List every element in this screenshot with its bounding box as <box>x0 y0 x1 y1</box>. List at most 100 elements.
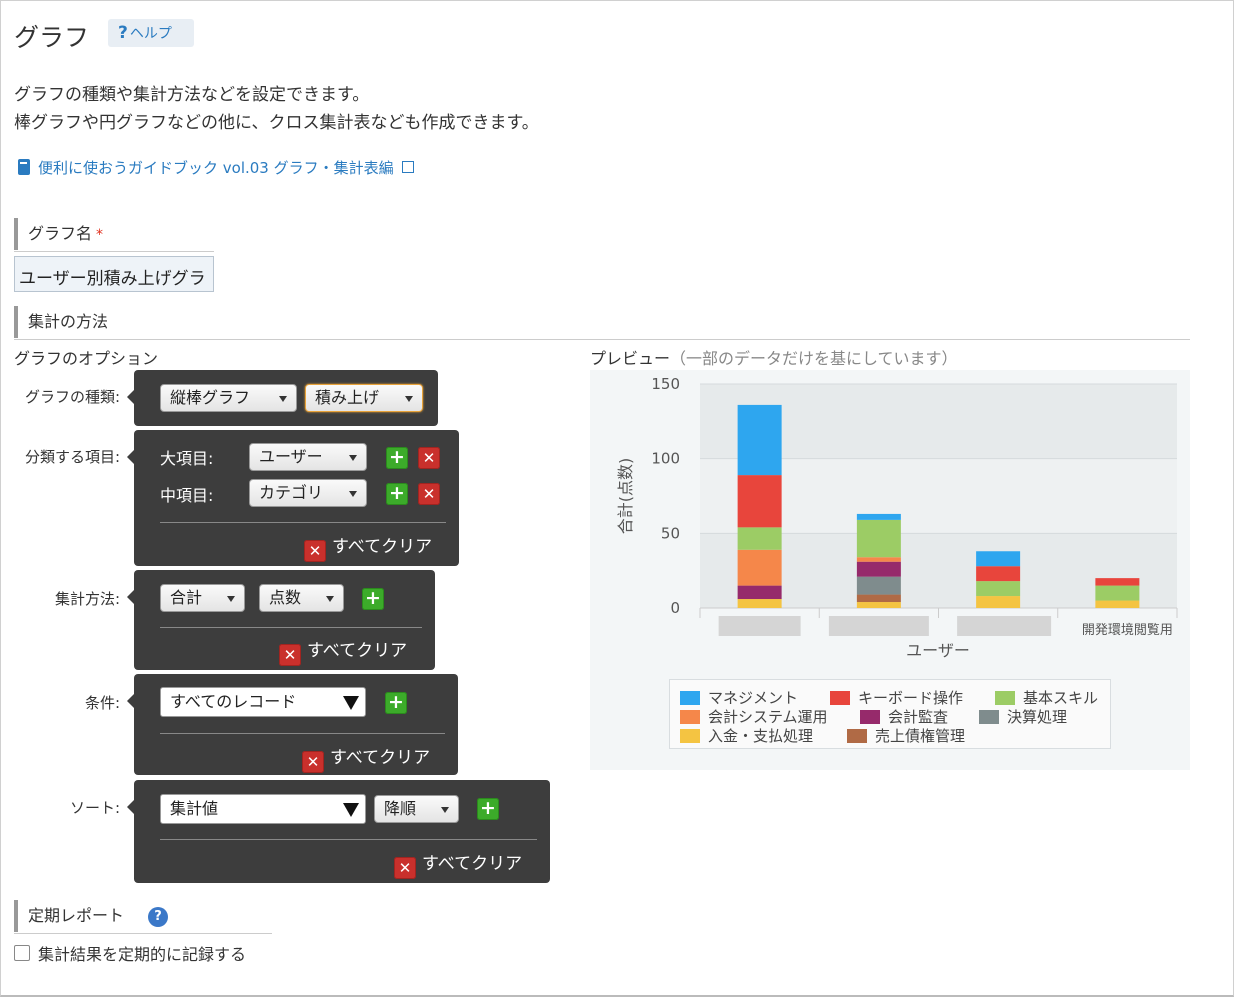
report-underline <box>14 933 272 934</box>
legend-item-audit: 会計監査 <box>860 706 948 727</box>
chevron-down-icon <box>227 596 235 602</box>
y-tick-label: 50 <box>661 524 680 542</box>
conditions-dropdown[interactable]: すべてのレコード <box>160 687 366 717</box>
bar-segment <box>856 602 901 608</box>
y-axis-title: 合計(点数) <box>616 458 635 535</box>
close-icon: ✕ <box>279 644 301 666</box>
legend-item-basic-skill: 基本スキル <box>995 687 1098 708</box>
bar-segment <box>976 581 1021 597</box>
clear-all-label: すべてクリア <box>330 748 431 768</box>
conditions-clear-all-button[interactable]: ✕ すべてクリア <box>302 743 430 773</box>
aggregation-underline <box>14 339 1190 340</box>
redacted-user-label <box>828 616 929 636</box>
graph-name-label: グラフ名 <box>28 224 93 243</box>
help-icon: ? <box>118 23 128 43</box>
bar-segment <box>976 551 1021 567</box>
minor-item-select[interactable]: カテゴリ <box>249 479 367 507</box>
aggregation-clear-all-button[interactable]: ✕ すべてクリア <box>279 636 407 666</box>
legend-item-receivables: 売上債権管理 <box>847 725 965 746</box>
bar-segment <box>1095 600 1140 608</box>
remove-minor-item-button[interactable]: ✕ <box>418 483 440 505</box>
graph-name-underline <box>14 251 214 252</box>
bar-segment <box>976 566 1021 582</box>
page-title: グラフ <box>14 23 90 52</box>
graph-type-label: グラフの種類: <box>24 388 120 406</box>
y-tick-label: 100 <box>651 450 680 468</box>
report-title: 定期レポート <box>28 906 125 925</box>
bar-segment <box>856 557 901 562</box>
stack-mode-value: 積み上げ <box>315 388 380 407</box>
bar-segment <box>856 576 901 595</box>
aggregation-method-label: 集計方法: <box>54 590 120 608</box>
bar-segment <box>856 561 901 577</box>
sort-label: ソート: <box>69 799 120 817</box>
stacked-bar-chart: 0 50 100 150 開発環境閲覧用ユーザー 合計(点数) <box>616 375 1178 660</box>
legend-swatch <box>830 691 850 705</box>
aggregation-divider <box>160 627 422 628</box>
sort-panel: 集計値 降順 + ✕ すべてクリア <box>127 780 550 883</box>
group-by-label: 分類する項目: <box>24 448 120 466</box>
add-sort-button[interactable]: + <box>477 798 499 820</box>
sort-order-select[interactable]: 降順 <box>374 795 459 823</box>
group-by-clear-all-button[interactable]: ✕ すべてクリア <box>304 532 432 562</box>
legend-swatch <box>847 729 867 743</box>
help-button[interactable]: ? ヘルプ <box>108 19 194 47</box>
add-major-item-button[interactable]: + <box>386 447 408 469</box>
bar-segment <box>737 527 782 550</box>
legend-item-accounting-system: 会計システム運用 <box>680 706 828 727</box>
graph-type-select[interactable]: 縦棒グラフ <box>160 384 297 412</box>
chevron-down-icon <box>441 807 449 813</box>
legend-swatch <box>995 691 1015 705</box>
legend-label: 基本スキル <box>1023 689 1099 707</box>
y-tick-label: 150 <box>651 375 680 393</box>
clear-all-label: すべてクリア <box>332 537 433 557</box>
bar-segment <box>737 404 782 476</box>
legend-label: 売上債権管理 <box>875 727 966 745</box>
report-help-icon[interactable]: ? <box>148 907 168 927</box>
graph-options-title: グラフのオプション <box>14 349 159 368</box>
legend-item-management: マネジメント <box>680 687 798 708</box>
add-condition-button[interactable]: + <box>385 692 407 714</box>
bar-segment <box>856 519 901 558</box>
minor-item-value: カテゴリ <box>259 483 324 502</box>
chevron-down-icon <box>349 455 357 461</box>
major-item-select[interactable]: ユーザー <box>249 443 367 471</box>
aggregation-method-panel: 合計 点数 + ✕ すべてクリア <box>127 570 435 670</box>
guide-link[interactable]: 便利に使おうガイドブック vol.03 グラフ・集計表編 <box>18 157 414 178</box>
stack-mode-select[interactable]: 積み上げ <box>305 384 423 412</box>
legend-label: 会計監査 <box>888 708 949 726</box>
major-item-value: ユーザー <box>259 447 323 466</box>
aggregation-func-select[interactable]: 合計 <box>160 584 245 612</box>
legend-label: 決算処理 <box>1007 708 1068 726</box>
bar-segment <box>1095 585 1140 601</box>
bar-segment <box>1095 578 1140 586</box>
close-icon: ✕ <box>302 751 324 773</box>
redacted-user-label <box>718 616 801 636</box>
chevron-down-icon <box>349 491 357 497</box>
sort-clear-all-button[interactable]: ✕ すべてクリア <box>394 849 522 879</box>
graph-name-input[interactable]: ユーザー別積み上げグラ <box>14 256 214 292</box>
x-tick-label: 開発環境閲覧用 <box>1082 622 1173 638</box>
chevron-down-icon <box>405 396 413 402</box>
x-axis-title: ユーザー <box>906 641 970 660</box>
aggregation-heading: 集計の方法 <box>14 306 1190 338</box>
legend-label: 会計システム運用 <box>708 708 828 726</box>
conditions-label: 条件: <box>84 694 120 712</box>
legend-label: マネジメント <box>708 689 799 707</box>
required-mark: * <box>96 227 104 243</box>
aggregation-field-select[interactable]: 点数 <box>259 584 344 612</box>
periodic-record-checkbox[interactable] <box>14 945 30 961</box>
redacted-user-label <box>957 616 1052 636</box>
periodic-record-label: 集計結果を定期的に記録する <box>38 945 247 964</box>
sort-divider <box>160 839 537 840</box>
clear-all-label: すべてクリア <box>422 854 523 874</box>
remove-major-item-button[interactable]: ✕ <box>418 447 440 469</box>
group-by-panel: 大項目: ユーザー + ✕ 中項目: カテゴリ + ✕ ✕ すべてクリア <box>127 430 459 566</box>
preview-title-text: プレビュー <box>590 349 671 368</box>
add-aggregation-button[interactable]: + <box>362 588 384 610</box>
legend-swatch <box>979 710 999 724</box>
sort-by-dropdown[interactable]: 集計値 <box>160 794 366 824</box>
chevron-down-icon <box>343 803 359 817</box>
bar-segment <box>737 599 782 608</box>
add-minor-item-button[interactable]: + <box>386 483 408 505</box>
